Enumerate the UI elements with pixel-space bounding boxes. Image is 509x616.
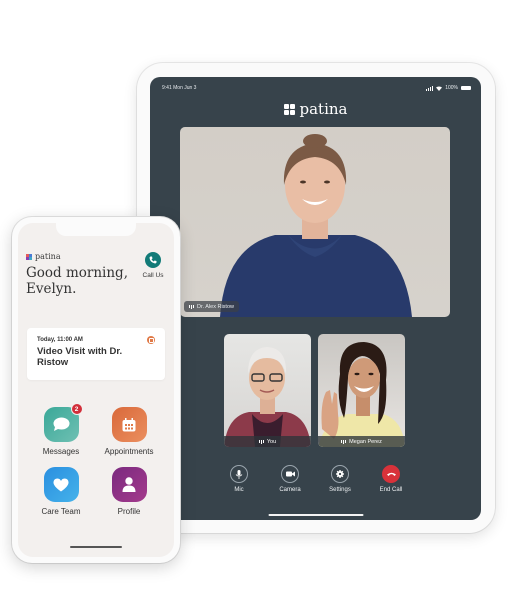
chat-bubble-icon: 2 bbox=[43, 403, 83, 442]
brand-name: patina bbox=[35, 252, 61, 261]
phone-icon bbox=[145, 252, 161, 268]
video-camera-icon bbox=[281, 465, 299, 483]
home-screen: patina Good morning, Evelyn. Call Us Tod… bbox=[18, 223, 174, 557]
microphone-icon bbox=[230, 465, 248, 483]
settings-button[interactable]: Settings bbox=[320, 465, 360, 493]
participant-label: Megan Perez bbox=[318, 436, 405, 447]
participant-video-thumbnail[interactable]: Megan Perez bbox=[318, 334, 405, 447]
care-team-tile[interactable]: Care Team bbox=[29, 467, 93, 516]
heart-icon bbox=[43, 467, 79, 502]
tablet-device: 9:41 Mon Jun 3 100% patina Dr. Alex Rist… bbox=[137, 63, 495, 533]
calendar-icon bbox=[111, 407, 147, 442]
patina-logo-icon bbox=[26, 253, 32, 260]
home-indicator[interactable] bbox=[268, 514, 363, 516]
phone-brand: patina bbox=[26, 252, 61, 261]
participant-video-image bbox=[318, 342, 405, 447]
notification-badge: 2 bbox=[70, 403, 83, 415]
self-video-image bbox=[224, 347, 311, 447]
self-video-thumbnail[interactable]: You bbox=[224, 334, 311, 447]
camera-button[interactable]: Camera bbox=[270, 465, 310, 493]
appointment-title: Video Visit with Dr. Ristow bbox=[37, 346, 123, 368]
call-us-button[interactable]: Call Us bbox=[138, 252, 168, 279]
appointments-tile[interactable]: Appointments bbox=[97, 407, 161, 456]
battery-percent: 100% bbox=[445, 85, 458, 91]
tablet-brand: patina bbox=[150, 100, 481, 118]
status-bar: 9:41 Mon Jun 3 100% bbox=[162, 83, 471, 93]
self-label: You bbox=[224, 436, 311, 447]
profile-tile[interactable]: Profile bbox=[97, 467, 161, 516]
call-controls: Mic Camera Settings End Call bbox=[150, 465, 481, 495]
audio-level-icon bbox=[189, 304, 194, 309]
messages-tile[interactable]: 2 Messages bbox=[29, 403, 93, 456]
battery-icon bbox=[461, 86, 471, 90]
phone-device: patina Good morning, Evelyn. Call Us Tod… bbox=[12, 217, 180, 563]
phone-notch bbox=[56, 223, 136, 236]
brand-name: patina bbox=[299, 100, 348, 118]
home-indicator[interactable] bbox=[70, 546, 122, 548]
appointment-time: Today, 11:00 AM bbox=[37, 337, 83, 343]
status-time: 9:41 Mon Jun 3 bbox=[162, 85, 197, 91]
end-call-button[interactable]: End Call bbox=[371, 465, 411, 493]
wifi-icon bbox=[436, 86, 443, 91]
gear-icon bbox=[331, 465, 349, 483]
patina-logo-icon bbox=[283, 103, 295, 115]
doctor-video-image bbox=[220, 134, 412, 317]
main-participant-label: Dr. Alex Ristow bbox=[184, 301, 239, 312]
video-visit-icon bbox=[147, 336, 155, 344]
signal-icon bbox=[426, 85, 434, 91]
mic-button[interactable]: Mic bbox=[219, 465, 259, 493]
hang-up-icon bbox=[382, 465, 400, 483]
greeting: Good morning, Evelyn. bbox=[26, 265, 128, 297]
audio-level-icon bbox=[341, 439, 347, 444]
main-video-feed[interactable]: Dr. Alex Ristow bbox=[180, 127, 450, 317]
user-icon bbox=[111, 467, 147, 502]
audio-level-icon bbox=[258, 439, 264, 444]
video-call-screen: 9:41 Mon Jun 3 100% patina Dr. Alex Rist… bbox=[150, 77, 481, 520]
appointment-card[interactable]: Today, 11:00 AM Video Visit with Dr. Ris… bbox=[27, 328, 165, 380]
